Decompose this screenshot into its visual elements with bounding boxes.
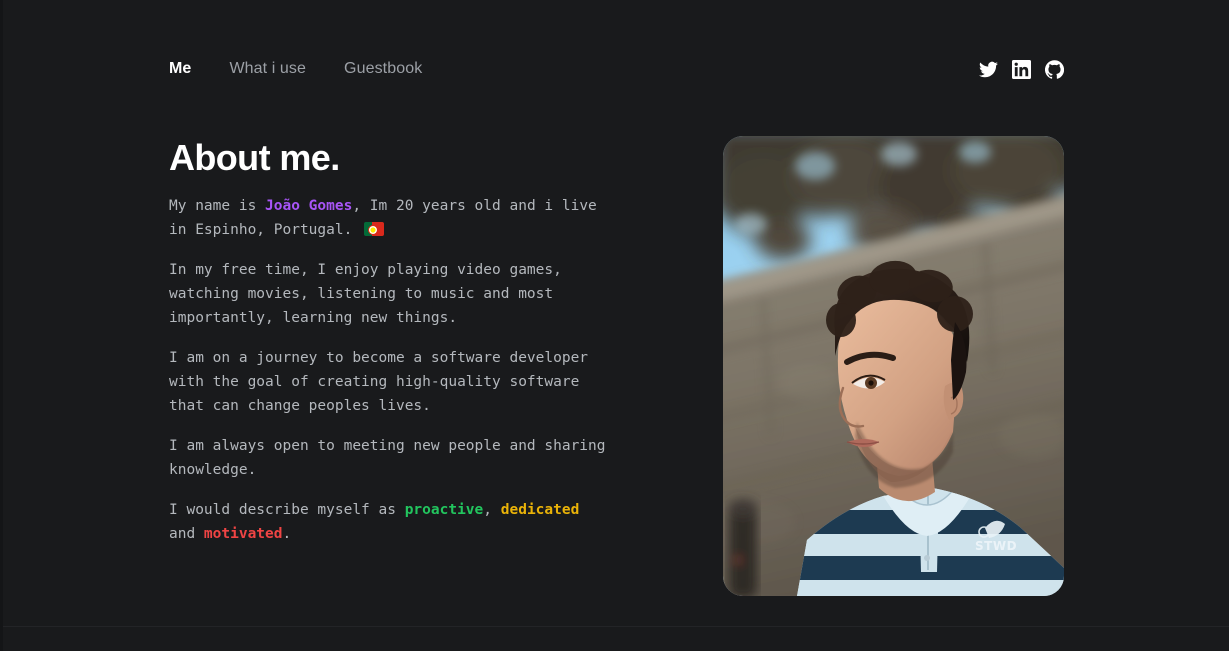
- twitter-icon[interactable]: [979, 60, 998, 79]
- traits-suffix: .: [282, 526, 292, 542]
- github-icon[interactable]: [1045, 59, 1064, 79]
- footer-divider: [3, 626, 1229, 627]
- bio-paragraph-journey: I am on a journey to become a software d…: [169, 350, 589, 414]
- site-header: Me What i use Guestbook: [169, 54, 1064, 84]
- primary-navigation: Me What i use Guestbook: [169, 59, 422, 79]
- bio-intro-prefix: My name is: [169, 198, 266, 214]
- about-column: About me. My name is João Gomes, Im 20 y…: [169, 136, 619, 546]
- portugal-flag-icon: [364, 222, 385, 236]
- linkedin-icon[interactable]: [1012, 59, 1031, 79]
- social-links: [979, 59, 1064, 79]
- svg-text:STWD: STWD: [975, 539, 1017, 553]
- nav-item-what-i-use[interactable]: What i use: [229, 59, 306, 79]
- profile-photo: STWD: [723, 136, 1064, 596]
- bio-text: My name is João Gomes, Im 20 years old a…: [169, 194, 609, 546]
- highlight-dedicated: dedicated: [500, 502, 580, 518]
- traits-sep-2: and: [169, 526, 204, 542]
- traits-prefix: I would describe myself as: [169, 502, 405, 518]
- bio-paragraph-hobbies: In my free time, I enjoy playing video g…: [169, 262, 562, 326]
- highlight-proactive: proactive: [404, 502, 484, 518]
- bio-paragraph-traits: I would describe myself as proactive, de…: [169, 498, 609, 546]
- bio-paragraph-open: I am always open to meeting new people a…: [169, 438, 606, 478]
- page-root: Me What i use Guestbook About me. My nam…: [3, 0, 1229, 651]
- highlight-motivated: motivated: [203, 526, 283, 542]
- highlight-name: João Gomes: [265, 198, 353, 214]
- traits-sep-1: ,: [483, 502, 501, 518]
- page-title: About me.: [169, 137, 340, 178]
- nav-item-me[interactable]: Me: [169, 59, 191, 79]
- bio-paragraph-intro: My name is João Gomes, Im 20 years old a…: [169, 194, 609, 242]
- photo-column: STWD: [723, 136, 1064, 596]
- nav-item-guestbook[interactable]: Guestbook: [344, 59, 422, 79]
